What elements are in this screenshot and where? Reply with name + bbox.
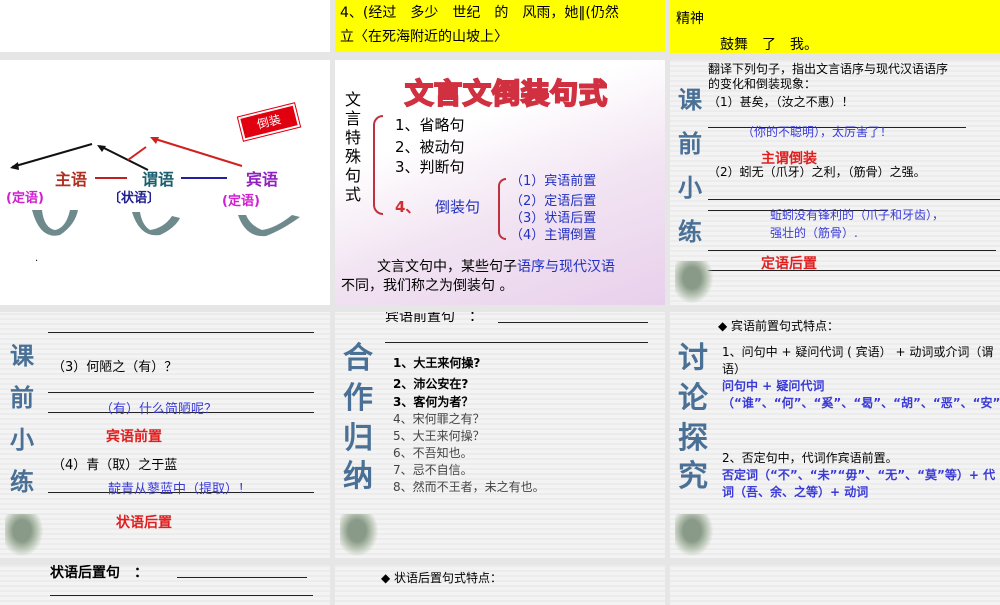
scholar-image <box>5 514 43 556</box>
list-item: 1、省略句 <box>395 116 465 134</box>
slide-thumbnail-5[interactable]: 文言文倒装句式 文言特殊句式 1、省略句 2、被动句 3、判断句 4、 倒装句 … <box>335 60 665 305</box>
list-item: 2、沛公安在? <box>393 377 469 391</box>
slide-thumbnail-12[interactable] <box>670 565 1000 605</box>
rule-example: 否定词（“不”、“未”“毋”、“无”、“莫”等）+ 代词（吾、余、之等）+ 动词 <box>722 468 996 499</box>
vertical-title-char: 讨 <box>678 341 708 376</box>
instruction-text: 的变化和倒装现象： <box>708 77 817 91</box>
vertical-title-char: 课 <box>10 342 34 370</box>
vertical-title: 文言特殊句式 <box>345 90 362 204</box>
vertical-title-char: 练 <box>678 218 702 246</box>
question-text: （1）甚矣，（汝之不惠）！ <box>708 95 854 109</box>
question-text: （2）蚓无（爪牙）之利，（筋骨）之强。 <box>708 165 926 179</box>
answer-text: 强壮的（筋骨）. <box>770 226 858 240</box>
slide-title: 文言文倒装句式 <box>404 76 609 111</box>
list-item: 4、宋何罪之有？ <box>393 412 485 426</box>
rule-text: 1、问句中 + 疑问代词 ( 宾语） + 动词或介词（谓语） <box>722 345 994 376</box>
answer-type: 状语后置 <box>116 515 172 531</box>
list-item: 7、忌不自信。 <box>393 463 473 477</box>
scholar-image <box>675 261 713 303</box>
vertical-title-char: 探 <box>678 421 708 456</box>
slide-text: 精神 <box>676 11 704 27</box>
object-label: 宾语 <box>246 170 279 189</box>
attribute-label: (定语) <box>6 191 44 206</box>
brace <box>373 115 383 215</box>
answer-text: （有）什么简陋呢？ <box>100 402 218 417</box>
slide-text: 鼓舞 了 我。 <box>720 37 818 53</box>
list-item: 8、然而不王者，未之有也。 <box>393 480 545 494</box>
slide-thumbnail-2[interactable]: 4、(经过 多少 世纪 的 风雨，她‖(仍然 立〈在死海附近的山坡上〉 <box>335 0 665 52</box>
section-header: ◆ 状语后置句式特点： <box>381 571 503 585</box>
vertical-title-char: 纳 <box>343 459 373 494</box>
slide-thumbnail-11[interactable]: ◆ 状语后置句式特点： <box>335 565 665 605</box>
subject-label: 主语 <box>55 170 88 189</box>
brace <box>498 178 506 240</box>
list-item: 6、不吾知也。 <box>393 446 473 460</box>
question-text: （4）青（取）之于蓝 <box>52 458 178 473</box>
vertical-title-char: 合 <box>343 341 373 376</box>
slide-thumbnail-1[interactable] <box>0 0 330 52</box>
vertical-title-char: 前 <box>678 130 702 158</box>
vertical-title-char: 小 <box>678 174 702 202</box>
rule-text: 2、否定句中，代词作宾语前置。 <box>722 451 898 465</box>
vertical-title-char: 作 <box>343 381 373 416</box>
definition-text: 不同，我们称之为倒装句 。 <box>341 278 514 294</box>
definition-text: 文言文句中，某些句子语序与现代汉语 <box>377 256 615 276</box>
answer-text: 蚯蚓没有锋利的（爪子和牙齿）， <box>770 208 945 222</box>
text-span: 文言文句中，某些句子 <box>377 259 517 275</box>
vertical-title-char: 课 <box>678 86 702 114</box>
divider <box>95 177 127 179</box>
slide-thumbnail-4[interactable]: 主语 谓语 宾语 (定语) 〔状语〕 (定语) 倒装 · <box>0 60 330 305</box>
slide-thumbnail-3[interactable]: 精神 鼓舞 了 我。 <box>670 0 1000 53</box>
question-text: （3）何陋之（有）？ <box>52 360 178 375</box>
attribute-label: (定语) <box>222 194 260 209</box>
slide-thumbnail-10[interactable]: 状语后置句 ： <box>0 565 330 605</box>
list-item: 1、大王来何操? <box>393 356 481 370</box>
section-header: 状语后置句 ： <box>50 565 148 581</box>
list-item: 倒装句 <box>435 198 481 216</box>
slide-text: 4、(经过 多少 世纪 的 风雨，她‖(仍然 <box>340 5 619 21</box>
slide-thumbnail-8[interactable]: 合 作 归 纳 宾语前置句 ： 1、大王来何操? 2、沛公安在? 3、客何为者？… <box>335 312 665 558</box>
vertical-title-char: 归 <box>343 421 373 456</box>
list-item-number: 4、 <box>395 198 421 216</box>
slide-thumbnail-9[interactable]: 讨 论 探 究 ◆ 宾语前置句式特点： 1、问句中 + 疑问代词 ( 宾语） +… <box>670 312 1000 558</box>
text-span: 语序与现代汉语 <box>517 259 615 275</box>
list-item: 3、判断句 <box>395 158 465 176</box>
scholar-image <box>675 514 713 556</box>
slide-thumbnail-7[interactable]: 课 前 小 练 （3）何陋之（有）？ （有）什么简陋呢？ 宾语前置 （4）青（取… <box>0 312 330 558</box>
answer-text: （你的不聪明），太厉害了！ <box>742 125 893 139</box>
sub-item: （1）宾语前置 <box>510 174 597 189</box>
dot: · <box>35 256 39 267</box>
list-item: 2、被动句 <box>395 138 465 156</box>
section-header: 宾语前置句 ： <box>385 312 483 325</box>
adverbial-label: 〔状语〕 <box>108 191 161 206</box>
answer-type: 宾语前置 <box>106 429 162 445</box>
vertical-title-char: 论 <box>678 381 708 416</box>
divider <box>181 177 227 179</box>
sub-item: （4）主谓倒置 <box>510 228 597 243</box>
slide-thumbnail-6[interactable]: 课 前 小 练 翻译下列句子，指出文言语序与现代汉语语序 的变化和倒装现象： （… <box>670 60 1000 305</box>
vertical-title-char: 前 <box>10 384 34 412</box>
scholar-image <box>340 514 378 556</box>
list-item: 5、大王来何操？ <box>393 429 485 443</box>
section-header: ◆ 宾语前置句式特点： <box>718 319 840 333</box>
vertical-title-char: 究 <box>678 459 708 494</box>
vertical-title-char: 小 <box>10 426 34 454</box>
slide-text: 立〈在死海附近的山坡上〉 <box>340 29 508 45</box>
vertical-title-char: 练 <box>10 468 34 496</box>
answer-text: 靛青从蓼蓝中（提取）！ <box>108 482 252 497</box>
list-item: 3、客何为者？ <box>393 395 474 409</box>
rule-example: 问句中 + 疑问代词（“谁”、“何”、“奚”、“曷”、“胡”、“恶”、“安”、“… <box>722 379 1000 410</box>
